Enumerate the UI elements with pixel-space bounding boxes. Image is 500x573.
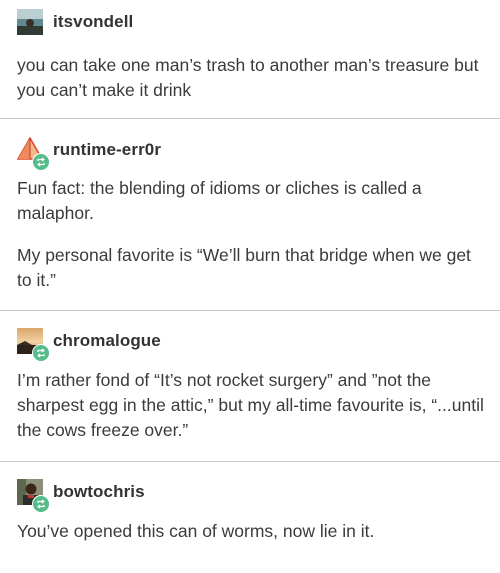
username[interactable]: itsvondell bbox=[53, 12, 133, 32]
avatar[interactable] bbox=[17, 328, 50, 362]
post-text: Fun fact: the blending of idioms or clic… bbox=[17, 178, 422, 223]
post-text: You’ve opened this can of worms, now lie… bbox=[17, 521, 375, 541]
post-text: My personal favorite is “We’ll burn that… bbox=[17, 245, 471, 290]
divider bbox=[0, 310, 500, 311]
avatar-landscape-photo-icon bbox=[17, 9, 43, 35]
divider bbox=[0, 461, 500, 462]
avatar[interactable] bbox=[17, 479, 50, 513]
reblog-icon bbox=[32, 344, 50, 362]
post-header: chromalogue bbox=[17, 327, 161, 362]
post-header: bowtochris bbox=[17, 478, 145, 513]
username[interactable]: runtime-err0r bbox=[53, 140, 161, 160]
post-header: itsvondell bbox=[17, 8, 133, 36]
divider bbox=[0, 118, 500, 119]
avatar[interactable] bbox=[17, 137, 50, 171]
reblog-icon bbox=[32, 495, 50, 513]
reblog-icon bbox=[32, 153, 50, 171]
avatar[interactable] bbox=[17, 9, 43, 35]
post-text: I’m rather fond of “It’s not rocket surg… bbox=[17, 370, 484, 440]
username[interactable]: chromalogue bbox=[53, 331, 161, 351]
post-header: runtime-err0r bbox=[17, 136, 161, 171]
post-text: you can take one man’s trash to another … bbox=[17, 55, 479, 100]
username[interactable]: bowtochris bbox=[53, 482, 145, 502]
